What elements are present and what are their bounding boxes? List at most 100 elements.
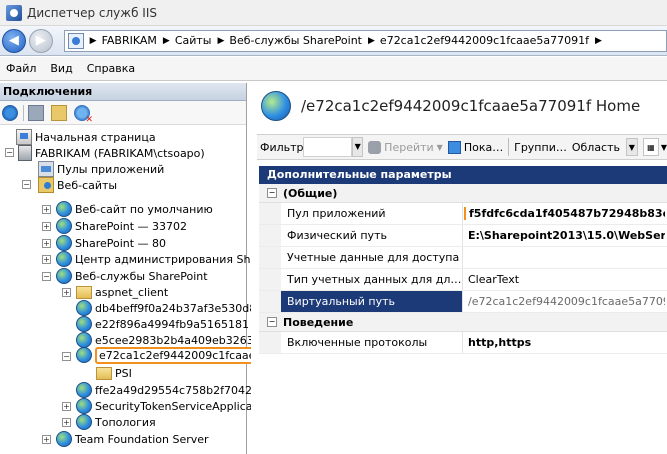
expand-sp-33702-icon[interactable]: + xyxy=(42,222,51,231)
collapse-icon[interactable]: − xyxy=(267,188,277,198)
chevron-right-icon: ▶ xyxy=(594,35,602,46)
collapse-sp-services-icon[interactable]: − xyxy=(42,272,51,281)
expand-default-site-icon[interactable]: + xyxy=(42,205,51,214)
page-header: /e72ca1c2ef9442009c1fcaae5a77091f Home xyxy=(251,83,667,128)
chevron-down-icon: ▼ xyxy=(660,142,667,152)
globe-icon xyxy=(56,268,72,284)
globe-icon xyxy=(56,251,72,267)
connect-icon[interactable] xyxy=(2,104,18,121)
protocols-value: http,https xyxy=(468,336,532,349)
filter-dropdown-icon[interactable]: ▼ xyxy=(352,137,364,157)
globe-icon xyxy=(76,332,92,348)
chevron-down-icon: ▼ xyxy=(625,138,638,156)
collapse-icon[interactable]: − xyxy=(267,317,277,327)
property-row-credentials[interactable]: Учетные данные для доступа к ф… xyxy=(259,247,667,269)
back-button[interactable]: ◀ xyxy=(2,28,26,53)
tree-item-psi[interactable]: PSI xyxy=(96,365,132,381)
chevron-right-icon: ▶ xyxy=(368,35,375,46)
breadcrumb-server[interactable]: ▶ FABRIKAM xyxy=(90,34,157,47)
tree-item-sites[interactable]: Веб-сайты xyxy=(38,177,117,193)
toolbar-separator xyxy=(508,138,510,156)
expand-central-admin-icon[interactable]: + xyxy=(42,255,51,264)
tree-item-server[interactable]: FABRIKAM (FABRIKAM\ctsoapo) xyxy=(18,145,205,161)
chevron-right-icon: ▶ xyxy=(217,35,225,46)
tree-item-service-app[interactable]: ffe2a49d29554c758b2f70424 xyxy=(76,382,259,398)
connection-icon xyxy=(67,32,84,49)
collapse-server-icon[interactable]: − xyxy=(5,148,14,157)
breadcrumb: ▶ FABRIKAM ▶ Сайты ▶ Веб-службы SharePoint … xyxy=(63,29,667,52)
forward-button[interactable]: ▶ xyxy=(28,28,53,53)
menu-view[interactable]: Вид xyxy=(50,62,72,75)
group-by-select[interactable]: Область ▼ xyxy=(572,138,638,156)
menu-help[interactable]: Справка xyxy=(87,62,135,75)
collapse-sites-icon[interactable]: − xyxy=(22,180,31,189)
breadcrumb-sites[interactable]: ▶ Сайты xyxy=(163,34,212,47)
tree-item-selected-app[interactable]: e72ca1c2ef9442009c1fcaae5a7 xyxy=(76,346,281,364)
category-behavior[interactable]: − Поведение xyxy=(259,313,667,332)
tree-item-sp-80[interactable]: SharePoint — 80 xyxy=(56,235,166,251)
iis-manager-icon xyxy=(6,4,22,21)
tree-item-service-app[interactable]: e22f896a4994fb9a5165181 xyxy=(76,316,249,332)
globe-icon xyxy=(76,347,92,363)
tree-item-tfs[interactable]: Team Foundation Server xyxy=(56,431,209,447)
tree-item-start-page[interactable]: Начальная страница xyxy=(16,129,156,145)
page-title: /e72ca1c2ef9442009c1fcaae5a77091f Home xyxy=(301,96,641,115)
tree-item-default-site[interactable]: Веб-сайт по умолчанию xyxy=(56,201,213,217)
delete-connection-icon[interactable] xyxy=(74,104,93,125)
tree-item-sp-services[interactable]: Веб-службы SharePoint xyxy=(56,268,208,284)
property-row-physical-path[interactable]: Физический путь E:\Sharepoint2013\15.0\W… xyxy=(259,225,667,247)
show-all-icon xyxy=(447,140,461,154)
tree-item-aspnet-client[interactable]: aspnet_client xyxy=(76,284,168,300)
breadcrumb-more[interactable]: ▶ xyxy=(595,36,607,46)
address-bar: ◀ ▶ ▶ FABRIKAM ▶ Сайты ▶ Веб-службы SharePo… xyxy=(0,26,667,56)
group-by-label: Группи… xyxy=(514,140,567,154)
connections-toolbar xyxy=(0,101,246,125)
globe-icon xyxy=(56,235,72,251)
expand-aspnet-client-icon[interactable]: + xyxy=(62,288,71,297)
filter-label: Фильтр: xyxy=(260,140,308,154)
breadcrumb-sp-services[interactable]: ▶ Веб-службы SharePoint xyxy=(217,34,362,47)
expand-topology-icon[interactable]: + xyxy=(62,418,71,427)
binoculars-icon xyxy=(368,140,382,154)
virtual-path-value: /e72ca1c2ef9442009c1fcaae5a77091f xyxy=(468,295,665,308)
breadcrumb-application[interactable]: ▶ e72ca1c2ef9442009c1fcaae5a77091f xyxy=(368,34,589,47)
connections-header: Подключения xyxy=(0,83,246,101)
globe-icon xyxy=(76,398,92,414)
globe-icon xyxy=(76,382,92,398)
category-general[interactable]: − (Общие) xyxy=(259,184,667,203)
tree-item-service-app[interactable]: e5cee2983b2b4a409eb3263 xyxy=(76,332,254,348)
tree-item-app-pools[interactable]: Пулы приложений xyxy=(38,161,164,177)
property-row-app-pool[interactable]: Пул приложений f5fdfc6cda1f405487b72948b… xyxy=(259,203,667,225)
globe-icon xyxy=(56,431,72,447)
menu-file[interactable]: Файл xyxy=(6,62,36,75)
filter-input[interactable] xyxy=(303,137,353,157)
show-all-button[interactable]: Пока… xyxy=(447,140,503,154)
expand-security-token-icon[interactable]: + xyxy=(62,402,71,411)
expand-tfs-icon[interactable]: + xyxy=(42,435,51,444)
property-row-protocols[interactable]: Включенные протоколы http,https xyxy=(259,332,667,354)
advanced-settings-grid: Дополнительные параметры − (Общие) Пул п… xyxy=(259,166,667,454)
tree-item-topology[interactable]: Топология xyxy=(76,414,156,430)
grid-view-icon: ▦ xyxy=(642,138,659,156)
expand-sp-80-icon[interactable]: + xyxy=(42,239,51,248)
collapse-selected-app-icon[interactable]: − xyxy=(62,352,71,361)
content-panel: /e72ca1c2ef9442009c1fcaae5a77091f Home Ф… xyxy=(251,83,667,454)
save-icon[interactable] xyxy=(28,104,44,121)
app-pool-value: f5fdfc6cda1f405487b72948b83e89 xyxy=(464,207,665,220)
chevron-right-icon: ▶ xyxy=(89,35,97,46)
title-bar: Диспетчер служб IIS xyxy=(0,0,667,26)
advanced-settings-title: Дополнительные параметры xyxy=(259,166,667,184)
globe-icon xyxy=(56,201,72,217)
tree-item-sp-33702[interactable]: SharePoint — 33702 xyxy=(56,218,187,234)
property-row-logon-type[interactable]: Тип учетных данных для дл… ClearText xyxy=(259,269,667,291)
tree-item-central-admin[interactable]: Центр администрирования Shar… xyxy=(56,251,273,267)
window-title: Диспетчер служб IIS xyxy=(27,5,157,20)
go-button[interactable]: Перейти ▼ xyxy=(368,140,443,154)
tree-item-security-token[interactable]: SecurityTokenServiceApplicati xyxy=(76,398,260,414)
tree-item-service-app[interactable]: db4beff9f0a24b37af3e530d8 xyxy=(76,300,256,316)
globe-icon xyxy=(76,316,92,332)
view-select[interactable]: ▦ ▼ xyxy=(642,138,667,156)
folder-up-icon[interactable] xyxy=(51,104,67,121)
property-row-virtual-path[interactable]: Виртуальный путь /e72ca1c2ef9442009c1fca… xyxy=(259,291,667,313)
globe-icon xyxy=(56,218,72,234)
